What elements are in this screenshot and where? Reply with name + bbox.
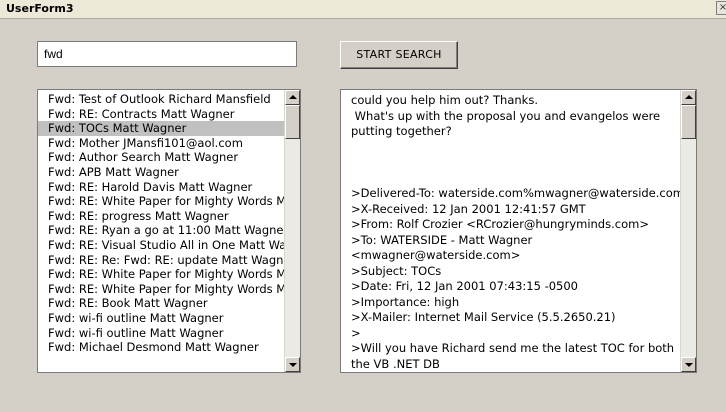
scroll-down-button[interactable] [681,357,696,372]
arrow-down-icon [685,363,693,367]
message-line [341,155,680,171]
list-item[interactable]: Fwd: RE: White Paper for Mighty Words Ma… [38,282,284,297]
window-title: UserForm3 [6,2,74,15]
scroll-up-button[interactable] [285,90,300,105]
results-listbox[interactable]: Fwd: Test of Outlook Richard Mansfield Fw… [37,89,301,373]
message-line [341,171,680,187]
list-item[interactable]: Fwd: RE: Re: Fwd: RE: update Matt Wagner [38,253,284,268]
list-item[interactable]: Fwd: APB Matt Wagner [38,165,284,180]
scroll-down-button[interactable] [285,357,300,372]
results-list: Fwd: Test of Outlook Richard Mansfield Fw… [38,92,284,372]
list-item[interactable]: Fwd: RE: Harold Davis Matt Wagner [38,180,284,195]
message-line: >X-Received: 12 Jan 2001 12:41:57 GMT [351,201,586,216]
message-line: >To: WATERSIDE - Matt Wagner [351,232,533,247]
scroll-up-button[interactable] [681,90,696,105]
list-item[interactable]: Fwd: TOCs Matt Wagner [38,121,284,136]
message-line: What's up with the proposal you and evan… [351,108,661,123]
arrow-up-icon [289,95,297,99]
list-item[interactable]: Fwd: RE: Book Matt Wagner [38,296,284,311]
list-item[interactable]: Fwd: Mother JMansfi101@aol.com [38,136,284,151]
results-scrollbar[interactable] [284,90,300,372]
message-body: could you help him out? Thanks. What's u… [341,93,680,372]
list-item[interactable]: Fwd: RE: Contracts Matt Wagner [38,107,284,122]
message-line: >Subject: TOCs [351,263,442,278]
message-scrollbar[interactable] [680,90,696,372]
message-line: the VB .NET DB [351,356,440,371]
list-item[interactable]: Fwd: RE: Ryan a go at 11:00 Matt Wagner [38,223,284,238]
message-line: > [351,325,361,340]
list-item[interactable]: Fwd: Test of Outlook Richard Mansfield [38,92,284,107]
message-line: >X-Mailer: Internet Mail Service (5.5.26… [351,310,616,324]
message-textbox[interactable]: could you help him out? Thanks. What's u… [340,89,697,373]
search-input[interactable] [37,41,297,67]
arrow-down-icon [289,363,297,367]
list-item[interactable]: Fwd: wi-fi outline Matt Wagner [38,311,284,326]
arrow-up-icon [685,95,693,99]
list-item[interactable]: Fwd: RE: Visual Studio All in One Matt W… [38,238,284,253]
message-line: >From: Rolf Crozier <RCrozier@hungrymind… [351,217,649,231]
list-item[interactable]: Fwd: RE: progress Matt Wagner [38,209,284,224]
message-line: >Delivered-To: waterside.com%mwagner@wat… [351,186,680,200]
message-line: putting together? [351,124,452,138]
message-line: >Importance: high [351,294,460,309]
message-line [341,140,680,156]
title-bar: UserForm3 × [0,0,726,19]
list-item[interactable]: Fwd: RE: White Paper for Mighty Words Ma… [38,194,284,209]
list-item[interactable]: Fwd: Author Search Matt Wagner [38,150,284,165]
list-item[interactable]: Fwd: Michael Desmond Matt Wagner [38,340,284,355]
results-scroll-thumb[interactable] [285,105,300,139]
message-scroll-thumb[interactable] [681,105,696,139]
start-search-button[interactable]: START SEARCH [340,41,458,69]
close-button[interactable]: × [716,1,726,15]
message-line: <mwagner@waterside.com> [351,248,521,262]
message-line: >Date: Fri, 12 Jan 2001 07:43:15 -0500 [351,279,578,293]
message-line: could you help him out? Thanks. [351,93,538,107]
message-line: >Will you have Richard send me the lates… [351,341,675,355]
list-item[interactable]: Fwd: RE: White Paper for Mighty Words Ma… [38,267,284,282]
list-item[interactable]: Fwd: wi-fi outline Matt Wagner [38,326,284,341]
close-icon: × [718,2,726,13]
